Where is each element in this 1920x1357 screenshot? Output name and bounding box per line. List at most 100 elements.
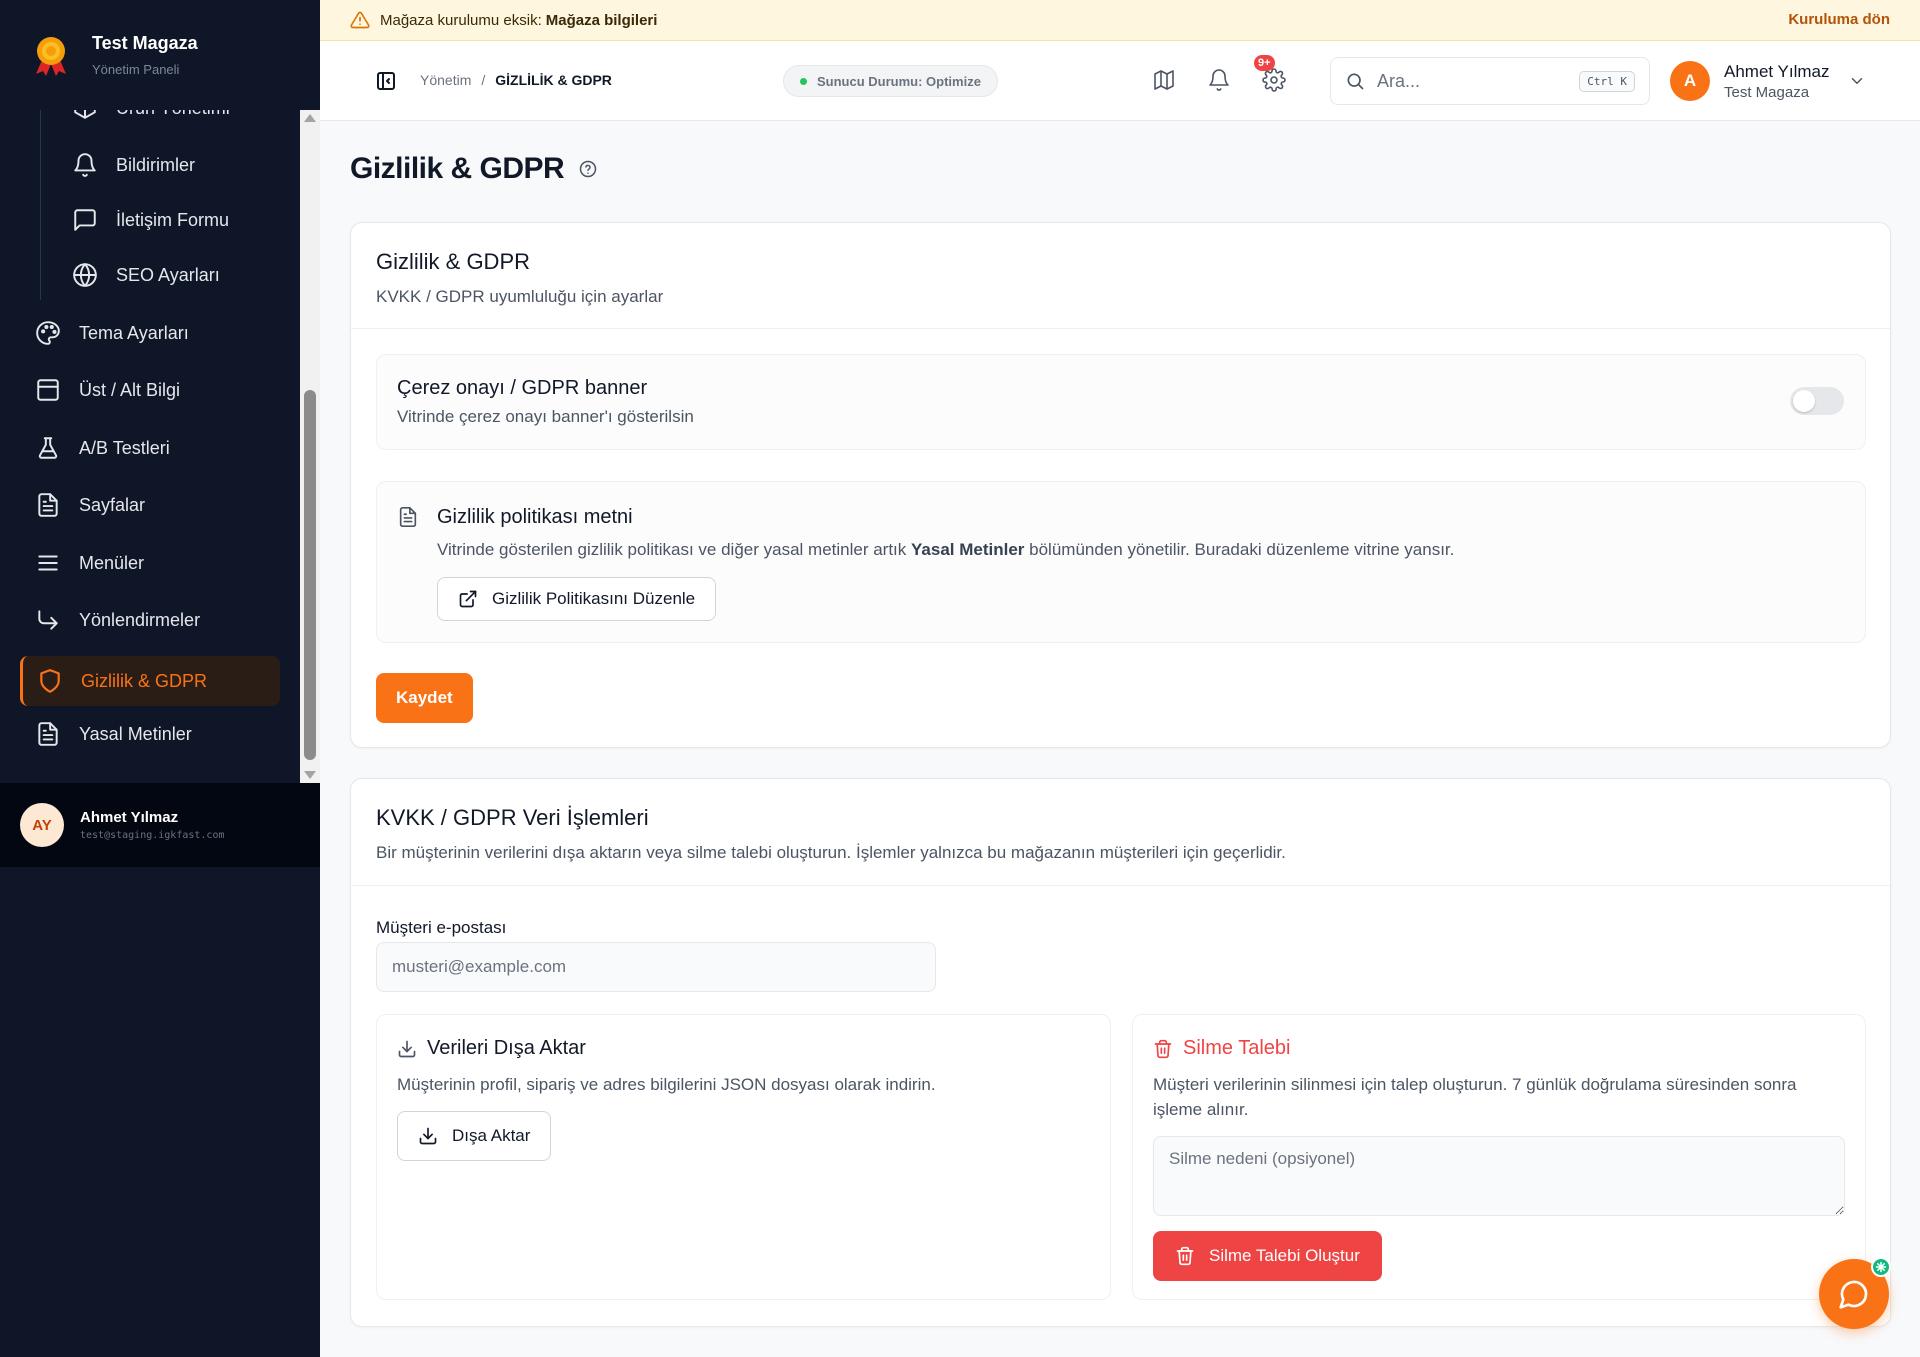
sidebar-item-label: Menüler bbox=[79, 552, 145, 573]
sidebar-item-ust-alt-bilgi[interactable]: Üst / Alt Bilgi bbox=[35, 374, 180, 406]
sidebar-item-tema-ayarlari[interactable]: Tema Ayarları bbox=[35, 317, 189, 349]
brand[interactable]: Test Magaza Yönetim Paneli bbox=[0, 0, 320, 110]
cookie-consent-title: Çerez onayı / GDPR banner bbox=[397, 377, 648, 399]
sidebar-item-label: Tema Ayarları bbox=[79, 322, 189, 343]
search-box[interactable]: Ctrl K bbox=[1330, 57, 1650, 105]
external-link-icon bbox=[459, 590, 477, 608]
sidebar-item-label: Sayfalar bbox=[79, 494, 146, 515]
back-to-setup-link[interactable]: Kuruluma dön bbox=[1788, 11, 1890, 28]
save-button[interactable]: Kaydet bbox=[376, 673, 473, 723]
award-logo-icon bbox=[36, 37, 66, 76]
legal-texts-link: Yasal Metinler bbox=[911, 540, 1025, 559]
search-input[interactable] bbox=[1377, 70, 1567, 92]
sidebar-user-name: Ahmet Yılmaz bbox=[80, 809, 179, 826]
policy-desc-after: bölümünden yönetilir. Buradaki düzenleme… bbox=[1029, 540, 1455, 559]
sidebar-item-gizlilik-gdpr[interactable]: Gizlilik & GDPR bbox=[20, 656, 280, 706]
sidebar-nav: Ürün Yönetimi Bildirimler İletişim Formu… bbox=[0, 110, 300, 783]
file-text-icon bbox=[399, 507, 417, 527]
trash-icon bbox=[1154, 1039, 1172, 1058]
card-divider bbox=[351, 328, 1890, 329]
card-divider bbox=[351, 885, 1890, 886]
cookie-consent-description: Vitrinde çerez onayı banner'ı gösterilsi… bbox=[397, 407, 694, 426]
cookie-consent-toggle[interactable] bbox=[1790, 387, 1844, 415]
server-status-badge: Sunucu Durumu: Optimize bbox=[783, 65, 998, 97]
sidebar-user-email: test@staging.igkfast.com bbox=[80, 830, 225, 841]
deletion-request-panel: Silme Talebi Müşteri verilerinin silinme… bbox=[1132, 1014, 1866, 1300]
sidebar-item-seo-ayarlari[interactable]: SEO Ayarları bbox=[72, 260, 220, 290]
scrollbar-thumb[interactable] bbox=[304, 390, 316, 760]
help-circle-icon[interactable] bbox=[578, 159, 598, 179]
shield-icon bbox=[40, 669, 60, 693]
chevron-down-icon bbox=[1851, 78, 1862, 84]
sidebar-item-label: Yönlendirmeler bbox=[79, 609, 201, 630]
file-text-icon bbox=[38, 493, 58, 517]
palette-icon bbox=[36, 321, 60, 345]
bell-icon[interactable] bbox=[1207, 68, 1231, 92]
deletion-title-text: Silme Talebi bbox=[1183, 1037, 1291, 1059]
sidebar-item-label: İletişim Formu bbox=[116, 209, 230, 230]
page-title-text: Gizlilik & GDPR bbox=[350, 152, 565, 185]
breadcrumb-separator: / bbox=[481, 72, 486, 88]
top-header: Yönetim / GİZLİLİK & GDPR Sunucu Durumu:… bbox=[320, 41, 1920, 121]
edit-privacy-policy-button[interactable]: Gizlilik Politikasını Düzenle bbox=[437, 577, 717, 621]
page-title: Gizlilik & GDPR bbox=[350, 152, 598, 186]
policy-desc-before: Vitrinde gösterilen gizlilik politikası … bbox=[437, 540, 907, 559]
breadcrumb-root[interactable]: Yönetim bbox=[420, 72, 471, 88]
flask-icon bbox=[38, 437, 58, 459]
layout-icon bbox=[37, 379, 59, 401]
download-icon bbox=[398, 1040, 416, 1057]
user-profile-menu[interactable]: A Ahmet Yılmaz Test Magaza bbox=[1670, 61, 1866, 101]
sidebar-toggle-icon[interactable] bbox=[374, 69, 398, 93]
sidebar-item-label: Gizlilik & GDPR bbox=[81, 670, 208, 691]
sidebar-item-iletisim-formu[interactable]: İletişim Formu bbox=[72, 205, 229, 235]
banner-highlight: Mağaza bilgileri bbox=[545, 11, 658, 29]
banner-text: Mağaza kurulumu eksik: bbox=[380, 11, 542, 29]
sidebar-item-label: A/B Testleri bbox=[79, 437, 170, 458]
button-label: Dışa Aktar bbox=[452, 1126, 531, 1145]
cookie-consent-panel: Çerez onayı / GDPR banner Vitrinde çerez… bbox=[376, 354, 1866, 450]
create-deletion-request-button[interactable]: Silme Talebi Oluştur bbox=[1153, 1231, 1382, 1281]
sidebar-item-yasal-metinler[interactable]: Yasal Metinler bbox=[35, 718, 192, 750]
gear-icon[interactable] bbox=[1262, 68, 1286, 92]
box-icon bbox=[74, 110, 96, 119]
corner-down-right-icon bbox=[38, 610, 58, 630]
sidebar-item-label: SEO Ayarları bbox=[116, 264, 220, 285]
sidebar-item-bildirimler[interactable]: Bildirimler bbox=[72, 150, 195, 180]
sidebar: Test Magaza Yönetim Paneli Ürün Yönetimi… bbox=[0, 0, 320, 1357]
sidebar-item-urun-yonetimi[interactable]: Ürün Yönetimi bbox=[72, 110, 230, 123]
brand-name: Test Magaza bbox=[92, 33, 198, 53]
customer-email-label: Müşteri e-postası bbox=[376, 918, 507, 937]
trash-icon bbox=[1176, 1246, 1194, 1266]
chat-button[interactable] bbox=[1819, 1257, 1891, 1329]
avatar: AY bbox=[20, 803, 64, 847]
profile-store: Test Magaza bbox=[1724, 83, 1810, 101]
avatar: A bbox=[1670, 61, 1710, 101]
toggle-knob bbox=[1793, 390, 1815, 412]
sidebar-user[interactable]: AY Ahmet Yılmaz test@staging.igkfast.com bbox=[0, 783, 320, 867]
customer-email-input[interactable] bbox=[376, 942, 936, 992]
export-title: Verileri Dışa Aktar bbox=[397, 1037, 1090, 1060]
export-data-panel: Verileri Dışa Aktar Müşterinin profil, s… bbox=[376, 1014, 1111, 1300]
scroll-down-arrow-icon[interactable] bbox=[304, 771, 316, 779]
sidebar-item-sayfalar[interactable]: Sayfalar bbox=[35, 489, 145, 521]
breadcrumb-current: GİZLİLİK & GDPR bbox=[495, 72, 612, 88]
setup-warning-banner: Mağaza kurulumu eksik: Mağaza bilgileri … bbox=[320, 0, 1920, 41]
export-button[interactable]: Dışa Aktar bbox=[397, 1111, 552, 1161]
deletion-reason-textarea[interactable] bbox=[1153, 1136, 1845, 1216]
brand-subtitle: Yönetim Paneli bbox=[92, 62, 180, 77]
button-label: Gizlilik Politikasını Düzenle bbox=[492, 589, 696, 608]
sidebar-item-yonlendirmeler[interactable]: Yönlendirmeler bbox=[35, 604, 200, 636]
sidebar-item-ab-testleri[interactable]: A/B Testleri bbox=[35, 432, 170, 464]
privacy-settings-card: Gizlilik & GDPR KVKK / GDPR uyumluluğu i… bbox=[350, 222, 1891, 748]
scroll-up-arrow-icon[interactable] bbox=[304, 114, 316, 122]
file-text-icon bbox=[38, 722, 58, 746]
export-title-text: Verileri Dışa Aktar bbox=[427, 1037, 586, 1059]
sidebar-item-menuler[interactable]: Menüler bbox=[35, 547, 144, 579]
map-icon[interactable] bbox=[1152, 68, 1176, 92]
menu-icon bbox=[38, 555, 58, 571]
privacy-policy-title: Gizlilik politikası metni bbox=[437, 506, 633, 528]
sidebar-scrollbar[interactable] bbox=[300, 110, 320, 783]
submenu-line bbox=[40, 110, 41, 300]
privacy-policy-panel: Gizlilik politikası metni Vitrinde göste… bbox=[376, 481, 1866, 643]
alert-triangle-icon bbox=[350, 11, 370, 29]
